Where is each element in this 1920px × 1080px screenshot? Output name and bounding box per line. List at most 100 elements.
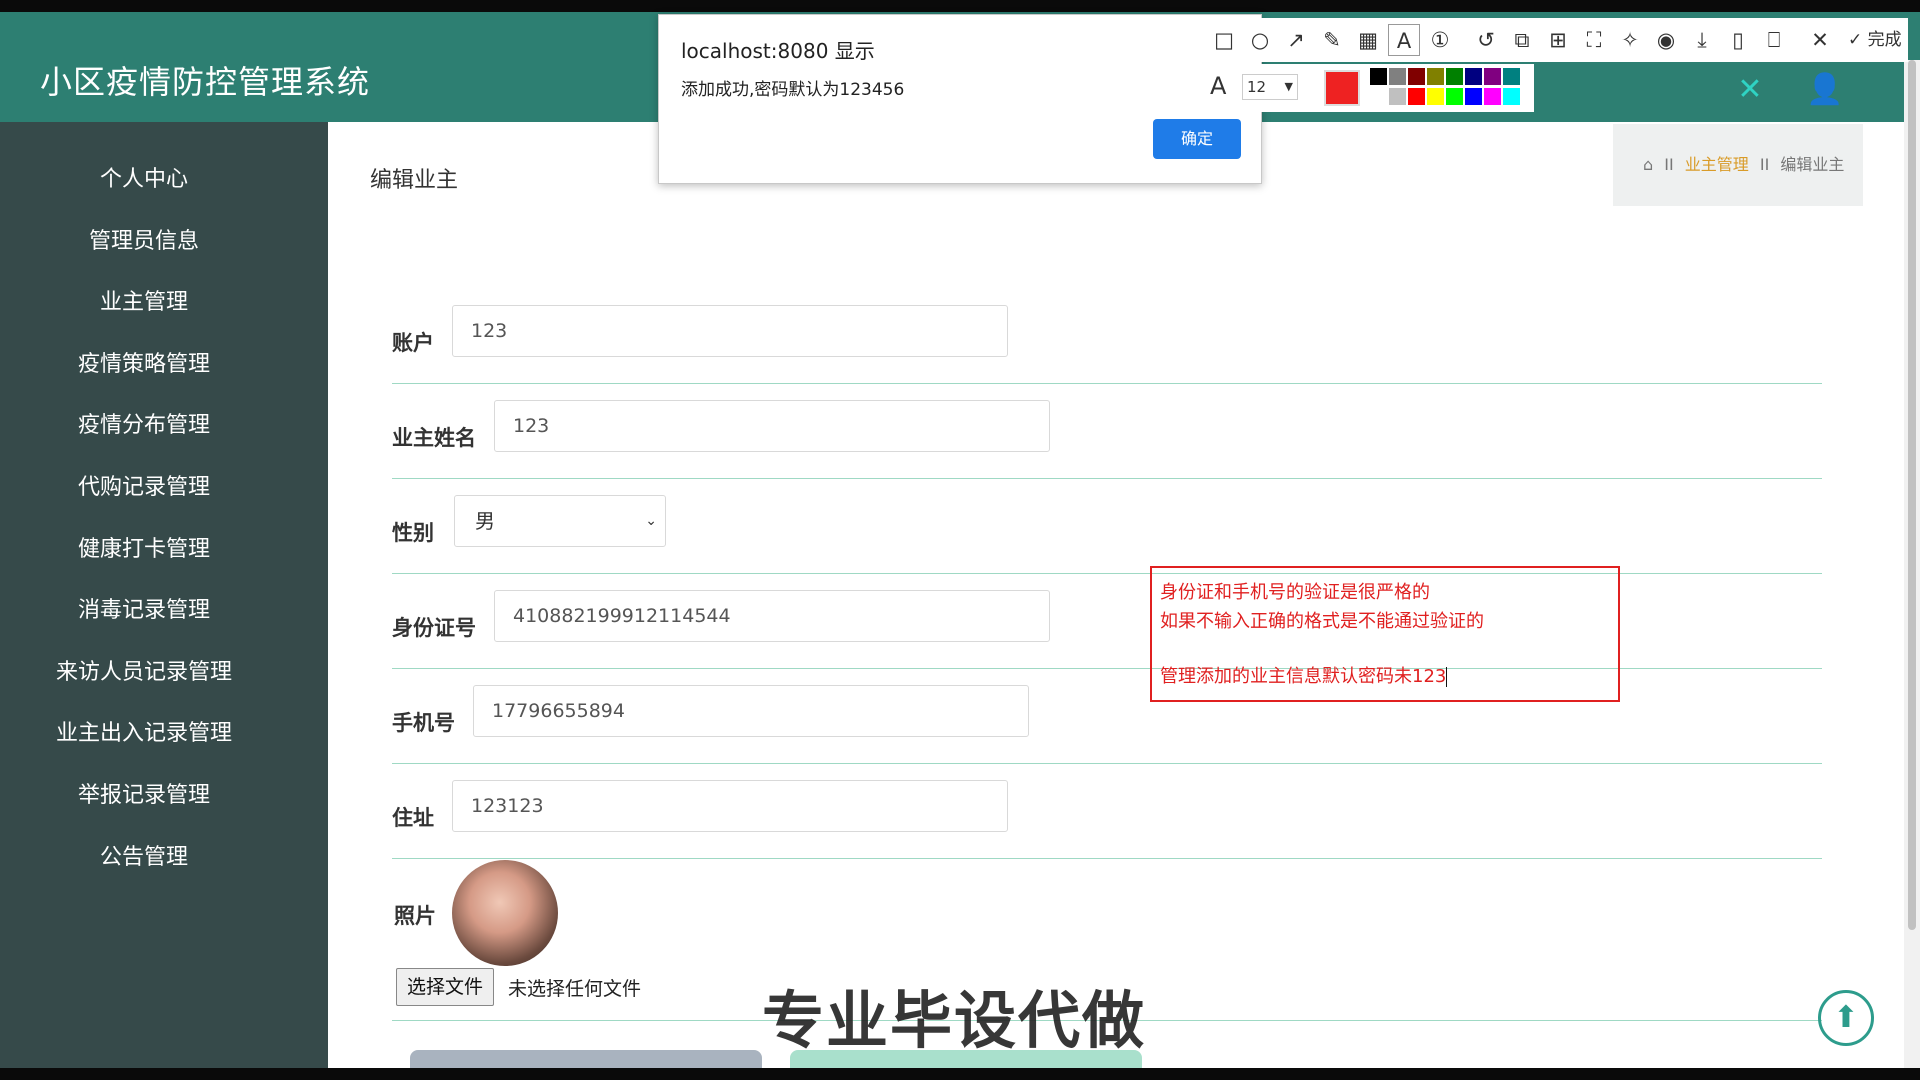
ocr-icon[interactable]: ⧉ xyxy=(1506,24,1538,56)
photo-label: 照片 xyxy=(394,904,436,928)
rectangle-tool-icon[interactable]: □ xyxy=(1208,24,1240,56)
sidebar: 个人中心 管理员信息 业主管理 疫情策略管理 疫情分布管理 代购记录管理 健康打… xyxy=(0,122,328,1068)
text-style-toolbar: A 12 ▼ xyxy=(1204,64,1534,112)
alert-dialog: localhost:8080 显示 添加成功,密码默认为123456 确定 xyxy=(658,14,1262,184)
screenshot-toolbar: □ ○ ↗ ✎ ▦ A ① ↺ ⧉ ⊞ ⛶ ✧ ◉ ⤓ ▯ ⎕ ✕ ✓ 完成 xyxy=(1204,18,1908,62)
address-row: 住址 123123 xyxy=(392,764,1822,859)
done-button[interactable]: ✓ 完成 xyxy=(1848,24,1902,56)
annotation-line-2: 如果不输入正确的格式是不能通过验证的 xyxy=(1160,611,1484,632)
annotation-line-3: 管理添加的业主信息默认密码未123 xyxy=(1160,666,1448,687)
color-swatch[interactable] xyxy=(1408,68,1425,85)
address-input[interactable]: 123123 xyxy=(452,780,1008,832)
scrollbar-thumb[interactable] xyxy=(1908,60,1916,930)
gender-select[interactable]: 男 ⌄ xyxy=(454,495,666,547)
color-swatch[interactable] xyxy=(1427,68,1444,85)
color-swatch[interactable] xyxy=(1503,68,1520,85)
sidebar-item-personal-center[interactable]: 个人中心 xyxy=(0,160,288,200)
sidebar-item-visitor-records[interactable]: 来访人员记录管理 xyxy=(0,653,288,693)
choose-file-button[interactable]: 选择文件 xyxy=(396,968,495,1006)
sidebar-item-announcements[interactable]: 公告管理 xyxy=(0,838,288,878)
arrow-tool-icon[interactable]: ↗ xyxy=(1280,24,1312,56)
owner-photo xyxy=(452,860,558,966)
sidebar-item-owner-management[interactable]: 业主管理 xyxy=(0,283,288,323)
color-swatch[interactable] xyxy=(1446,88,1463,105)
color-swatch[interactable] xyxy=(1465,68,1482,85)
current-color-swatch[interactable] xyxy=(1324,70,1360,106)
breadcrumb-separator: II xyxy=(1759,155,1770,174)
gender-select-value: 男 xyxy=(475,509,495,533)
sidebar-item-report-records[interactable]: 举报记录管理 xyxy=(0,776,288,816)
save-icon[interactable]: ▯ xyxy=(1722,24,1754,56)
close-icon[interactable]: ✕ xyxy=(1804,24,1836,56)
undo-icon[interactable]: ↺ xyxy=(1470,24,1502,56)
font-size-icon: A xyxy=(1210,72,1227,100)
sidebar-item-health-checkin[interactable]: 健康打卡管理 xyxy=(0,530,288,570)
color-swatch[interactable] xyxy=(1389,68,1406,85)
sidebar-item-disinfection-records[interactable]: 消毒记录管理 xyxy=(0,591,288,631)
font-size-select[interactable]: 12 ▼ xyxy=(1242,74,1298,100)
dialog-ok-button[interactable]: 确定 xyxy=(1153,119,1241,159)
color-swatch[interactable] xyxy=(1370,68,1387,85)
watermark: 专业毕设代做 xyxy=(762,984,1147,1057)
chevron-down-icon: ⌄ xyxy=(645,513,657,529)
scrollbar[interactable] xyxy=(1904,60,1920,1068)
file-status-text: 未选择任何文件 xyxy=(508,978,642,1000)
address-label: 住址 xyxy=(392,806,434,830)
idcard-label: 身份证号 xyxy=(392,616,476,640)
bottom-strip xyxy=(0,1068,1920,1080)
color-swatch[interactable] xyxy=(1503,88,1520,105)
home-icon[interactable]: ⌂ xyxy=(1643,155,1653,174)
name-label: 业主姓名 xyxy=(392,426,476,450)
account-row: 账户 123 xyxy=(392,289,1822,384)
phone-input[interactable]: 17796655894 xyxy=(473,685,1029,737)
breadcrumb-current: 编辑业主 xyxy=(1780,155,1845,174)
top-strip xyxy=(0,0,1920,12)
fullscreen-icon[interactable]: ✕ xyxy=(1732,72,1768,108)
scroll-to-top-icon[interactable]: ⬆ xyxy=(1818,990,1874,1046)
page-title: 编辑业主 xyxy=(370,168,459,193)
breadcrumb: ⌂ II 业主管理 II 编辑业主 xyxy=(1613,124,1863,206)
ellipse-tool-icon[interactable]: ○ xyxy=(1244,24,1276,56)
app-title: 小区疫情防控管理系统 xyxy=(40,63,371,101)
color-swatch[interactable] xyxy=(1370,88,1387,105)
main-content: 编辑业主 ⌂ II 业主管理 II 编辑业主 账户 123 业主姓名 123 性… xyxy=(328,122,1904,1080)
color-swatch[interactable] xyxy=(1484,68,1501,85)
color-swatch[interactable] xyxy=(1446,68,1463,85)
text-cursor xyxy=(1446,667,1448,687)
breadcrumb-separator: II xyxy=(1664,155,1674,174)
color-swatch[interactable] xyxy=(1408,88,1425,105)
text-tool-icon[interactable]: A xyxy=(1388,24,1420,56)
sidebar-item-distribution-management[interactable]: 疫情分布管理 xyxy=(0,406,288,446)
name-row: 业主姓名 123 xyxy=(392,384,1822,479)
gender-row: 性别 男 ⌄ xyxy=(392,479,1822,574)
chevron-down-icon: ▼ xyxy=(1284,80,1293,93)
number-tool-icon[interactable]: ① xyxy=(1424,24,1456,56)
pin-icon[interactable]: ✧ xyxy=(1614,24,1646,56)
dialog-message: 添加成功,密码默认为123456 xyxy=(681,80,905,100)
owner-name-input[interactable]: 123 xyxy=(494,400,1050,452)
annotation-box: 身份证和手机号的验证是很严格的 如果不输入正确的格式是不能通过验证的 管理添加的… xyxy=(1150,566,1620,702)
sidebar-item-access-records[interactable]: 业主出入记录管理 xyxy=(0,714,288,754)
gender-label: 性别 xyxy=(392,521,434,545)
translate-icon[interactable]: ⊞ xyxy=(1542,24,1574,56)
account-input[interactable]: 123 xyxy=(452,305,1008,357)
long-screenshot-icon[interactable]: ⛶ xyxy=(1578,24,1610,56)
color-swatch[interactable] xyxy=(1427,88,1444,105)
dialog-title: localhost:8080 显示 xyxy=(681,39,875,63)
idcard-input[interactable]: 410882199912114544 xyxy=(494,590,1050,642)
breadcrumb-parent[interactable]: 业主管理 xyxy=(1685,155,1749,174)
annotation-line-1: 身份证和手机号的验证是很严格的 xyxy=(1160,582,1430,603)
color-swatch[interactable] xyxy=(1484,88,1501,105)
mosaic-tool-icon[interactable]: ▦ xyxy=(1352,24,1384,56)
account-label: 账户 xyxy=(392,331,434,355)
user-icon[interactable]: 👤 xyxy=(1806,72,1843,108)
color-swatch[interactable] xyxy=(1389,88,1406,105)
sidebar-item-purchase-records[interactable]: 代购记录管理 xyxy=(0,468,288,508)
pen-tool-icon[interactable]: ✎ xyxy=(1316,24,1348,56)
sidebar-item-admin-info[interactable]: 管理员信息 xyxy=(0,222,288,262)
bookmark-icon[interactable]: ⎕ xyxy=(1758,24,1790,56)
record-icon[interactable]: ◉ xyxy=(1650,24,1682,56)
color-swatch[interactable] xyxy=(1465,88,1482,105)
download-icon[interactable]: ⤓ xyxy=(1686,24,1718,56)
sidebar-item-strategy-management[interactable]: 疫情策略管理 xyxy=(0,345,288,385)
